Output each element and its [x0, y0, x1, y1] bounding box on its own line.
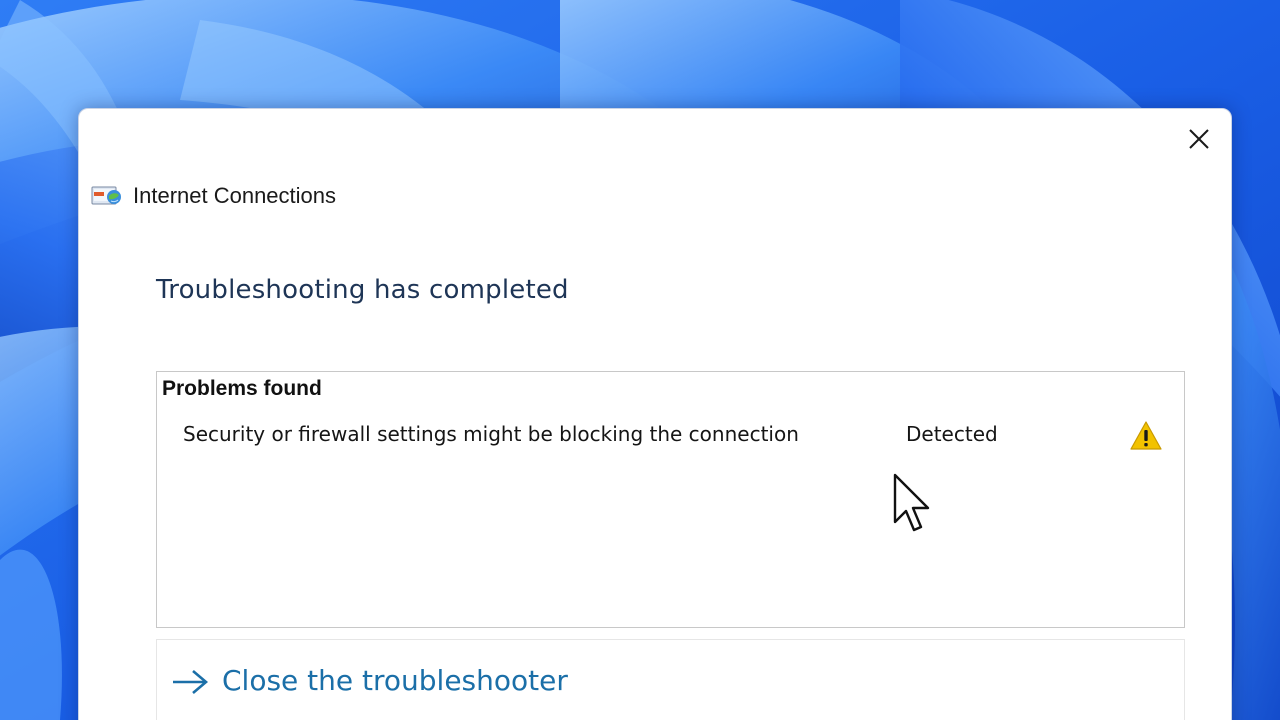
- close-troubleshooter-button[interactable]: Close the troubleshooter: [156, 639, 1185, 720]
- troubleshooter-dialog: Internet Connections Troubleshooting has…: [78, 108, 1232, 720]
- problems-found-panel: Problems found Security or firewall sett…: [156, 371, 1185, 628]
- window-title-row: Internet Connections: [91, 183, 336, 209]
- page-title: Troubleshooting has completed: [156, 275, 569, 305]
- mouse-pointer-icon: [893, 473, 930, 532]
- close-button[interactable]: [1181, 121, 1217, 157]
- network-connections-icon: [91, 186, 121, 205]
- arrow-right-icon: [173, 670, 209, 694]
- close-icon: [1189, 129, 1209, 149]
- close-troubleshooter-label: Close the troubleshooter: [222, 664, 568, 697]
- problem-status: Detected: [906, 422, 998, 446]
- warning-icon: [1130, 421, 1162, 450]
- problems-found-header: Problems found: [162, 377, 322, 400]
- window-title: Internet Connections: [133, 183, 337, 208]
- problem-description: Security or firewall settings might be b…: [183, 422, 799, 446]
- problem-row[interactable]: Security or firewall settings might be b…: [183, 420, 1168, 454]
